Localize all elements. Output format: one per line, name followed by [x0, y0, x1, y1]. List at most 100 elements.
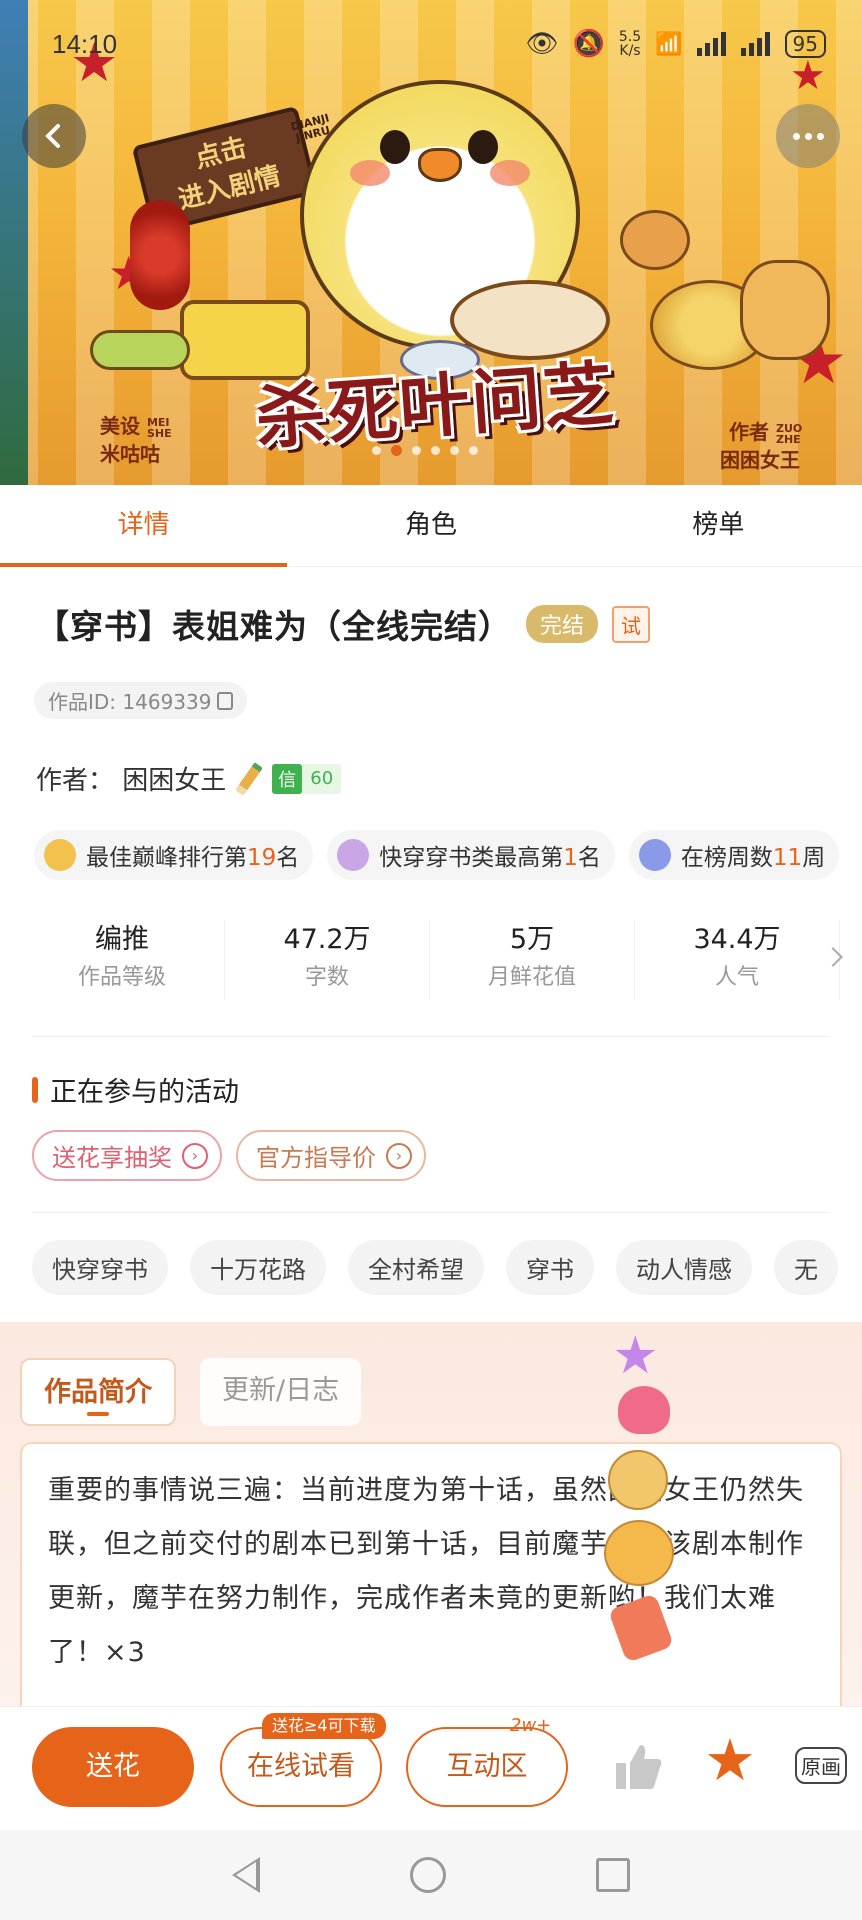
credit-tag: 信	[272, 763, 303, 794]
rank-number: 11	[772, 845, 803, 871]
tag-chip[interactable]: 动人情感	[616, 1240, 752, 1295]
bottom-action-bar: 送花 在线试看 送花≥4可下载 互动区 2w+ ★ 原画	[0, 1706, 862, 1830]
mascot-icon	[608, 1450, 668, 1510]
online-trial-button[interactable]: 在线试看	[220, 1727, 382, 1807]
copy-icon[interactable]	[217, 691, 234, 710]
rank-text: 快穿穿书类最高第1名	[379, 838, 601, 872]
app-screen: { "status_bar": {"time": "14:10", "net_s…	[0, 0, 862, 1920]
divider	[32, 1212, 830, 1213]
eye-icon: 👁	[525, 29, 559, 59]
net-speed: 5.5 K/s	[618, 29, 642, 59]
send-flower-button[interactable]: 送花	[32, 1727, 194, 1807]
page-dot	[391, 445, 402, 456]
tab-characters[interactable]: 角色	[287, 485, 574, 566]
author-info[interactable]: 作者： 困困女王	[36, 760, 226, 797]
stat-label: 人气	[714, 965, 759, 990]
nav-home-icon[interactable]	[410, 1857, 446, 1893]
credit-author-latin: ZUO ZHE	[776, 421, 803, 446]
activity-list: 送花享抽奖 › 官方指导价 ›	[32, 1130, 426, 1181]
stat-label: 月鲜花值	[487, 965, 576, 990]
thumbs-up-icon[interactable]	[612, 1741, 664, 1793]
stat-item: 34.4万人气	[635, 920, 840, 1000]
tag-chip[interactable]: 全村希望	[348, 1240, 484, 1295]
gift-icon	[607, 1593, 675, 1663]
credit-author-role: 作者	[729, 420, 770, 444]
interaction-count-badge: 2w+	[510, 1715, 552, 1736]
stat-item: 47.2万 字数	[225, 920, 430, 1000]
more-dot-icon	[816, 132, 824, 140]
trial-download-bubble: 送花≥4可下载	[262, 1713, 386, 1739]
credit-author: 作者 ZUO ZHE 困困女王	[720, 418, 803, 474]
floating-mascot-sticker[interactable]: ★	[602, 1330, 682, 1670]
rank-text: 在榜周数11周	[681, 838, 825, 872]
original-art-button[interactable]: 原画	[795, 1747, 847, 1784]
rank-chips: 最佳巅峰排行第19名 快穿穿书类最高第1名 在榜周数11周	[34, 830, 840, 880]
heart-icon	[618, 1386, 670, 1434]
tab-update-log[interactable]: 更新/日志	[200, 1358, 362, 1426]
credit-designer: 美设 MEI SHE 米咕咕	[100, 412, 172, 468]
sign-text: 点击 进入剧情	[175, 132, 284, 216]
tag-chip[interactable]: 十万花路	[190, 1240, 326, 1295]
activities-title: 正在参与的活动	[32, 1070, 239, 1109]
stat-label: 作品等级	[77, 965, 166, 990]
rank-number: 1	[563, 845, 578, 871]
battery-icon: 95	[784, 30, 826, 58]
more-button[interactable]	[776, 104, 840, 168]
rank-suffix: 名	[276, 845, 300, 871]
rank-text: 最佳巅峰排行第19名	[86, 838, 299, 872]
favorite-star-icon[interactable]: ★	[704, 1731, 756, 1789]
tag-chip[interactable]: 穿书	[506, 1240, 594, 1295]
page-dot	[372, 446, 381, 455]
back-button[interactable]	[22, 104, 86, 168]
rank-icon	[44, 839, 76, 871]
candied-hawthorn-art	[130, 200, 190, 310]
system-nav-bar	[0, 1830, 862, 1920]
tag-chip[interactable]: 快穿穿书	[32, 1240, 168, 1295]
section-accent-bar	[32, 1076, 38, 1103]
rank-chip[interactable]: 在榜周数11周	[628, 830, 840, 880]
bread-art	[740, 260, 830, 360]
author-row: 作者： 困困女王 信 60	[36, 760, 342, 797]
page-dot	[412, 446, 421, 455]
stats-row[interactable]: 编推 作品等级 47.2万 字数 5万 月鲜花值 34.4万 人气	[20, 920, 843, 1000]
credit-author-name: 困困女王	[720, 448, 800, 472]
book-title: 【穿书】表姐难为（全线完结）	[36, 607, 512, 646]
rank-suffix: 周	[802, 845, 826, 871]
nav-recents-icon[interactable]	[596, 1858, 630, 1892]
activities-title-text: 正在参与的活动	[50, 1077, 239, 1108]
intro-section: 作品简介 更新/日志 重要的事情说三遍：当前进度为第十话，虽然困困女王仍然失联，…	[0, 1322, 862, 1712]
status-bar: 14:10 👁 🔕 5.5 K/s 📶 95	[52, 22, 826, 66]
cover-banner[interactable]: ★ ★ ★ ★ 点击 进入剧情 DIANJI JINRU 杀死叶问芝 美设 ME…	[0, 0, 862, 485]
tag-chip[interactable]: 无	[774, 1240, 838, 1295]
more-dot-icon	[804, 132, 812, 140]
pastry-art	[620, 210, 690, 270]
author-label: 作者：	[36, 766, 115, 796]
completed-badge: 完结	[526, 605, 599, 643]
chevron-right-icon: ›	[386, 1142, 412, 1169]
page-dot	[431, 446, 440, 455]
stat-value: 34.4万	[693, 924, 781, 955]
nav-back-icon[interactable]	[232, 1857, 260, 1893]
page-dot	[469, 446, 478, 455]
rank-prefix: 在榜周数	[680, 845, 773, 871]
rank-chip[interactable]: 最佳巅峰排行第19名	[34, 830, 314, 880]
tab-synopsis[interactable]: 作品简介	[20, 1358, 176, 1426]
activity-official-price[interactable]: 官方指导价 ›	[236, 1130, 426, 1181]
activity-flower-lottery[interactable]: 送花享抽奖 ›	[32, 1130, 222, 1181]
synopsis-text: 重要的事情说三遍：当前进度为第十话，虽然困困女王仍然失联，但之前交付的剧本已到第…	[48, 1475, 804, 1668]
tab-rankings[interactable]: 榜单	[575, 485, 862, 566]
work-id-text: 作品ID: 1469339	[48, 690, 212, 714]
work-id-chip[interactable]: 作品ID: 1469339	[34, 682, 248, 719]
rank-chip[interactable]: 快穿穿书类最高第1名	[327, 830, 615, 880]
more-dot-icon	[792, 132, 800, 140]
credit-score-badge: 信 60	[272, 763, 342, 794]
star-icon: ★	[612, 1326, 659, 1386]
interaction-area-button[interactable]: 互动区	[406, 1727, 568, 1807]
intro-tabs: 作品简介 更新/日志	[20, 1358, 362, 1426]
tab-details[interactable]: 详情	[0, 485, 288, 567]
pencil-icon	[235, 761, 264, 796]
synopsis-box: 重要的事情说三遍：当前进度为第十话，虽然困困女王仍然失联，但之前交付的剧本已到第…	[20, 1442, 842, 1712]
stat-item: 编推 作品等级	[20, 920, 225, 1000]
stat-item: 5万 月鲜花值	[430, 920, 635, 1000]
stat-value: 编推	[95, 924, 149, 955]
